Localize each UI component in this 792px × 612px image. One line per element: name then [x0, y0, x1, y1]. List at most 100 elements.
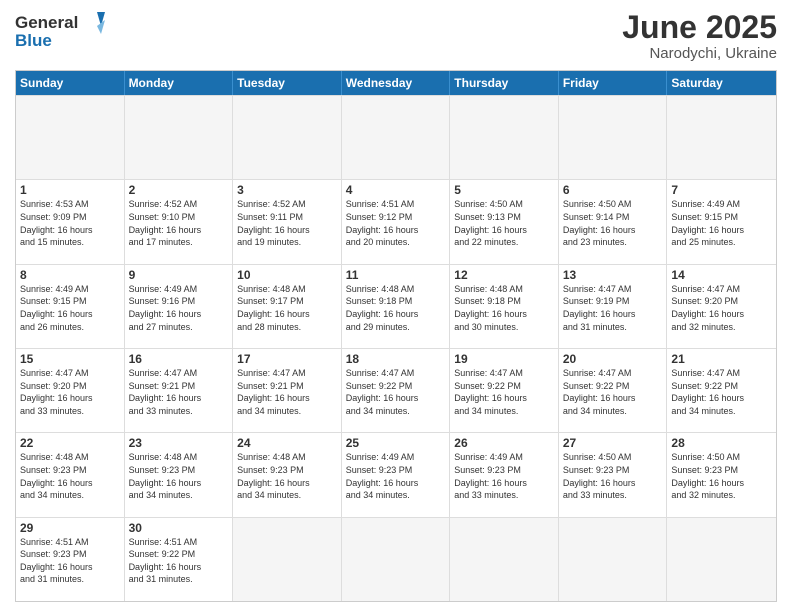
day-number: 3: [237, 183, 337, 197]
header: General Blue June 2025 Narodychi, Ukrain…: [15, 10, 777, 62]
day-number: 16: [129, 352, 229, 366]
title-block: June 2025 Narodychi, Ukraine: [622, 10, 777, 62]
day-number: 4: [346, 183, 446, 197]
col-sunday: Sunday: [16, 71, 125, 95]
logo-svg: General Blue: [15, 10, 105, 52]
calendar-week-5: 22Sunrise: 4:48 AM Sunset: 9:23 PM Dayli…: [16, 432, 776, 516]
cell-info: Sunrise: 4:48 AM Sunset: 9:17 PM Dayligh…: [237, 283, 337, 333]
day-number: 7: [671, 183, 772, 197]
cell-info: Sunrise: 4:48 AM Sunset: 9:18 PM Dayligh…: [454, 283, 554, 333]
day-number: 29: [20, 521, 120, 535]
calendar-subtitle: Narodychi, Ukraine: [622, 45, 777, 62]
cell-info: Sunrise: 4:50 AM Sunset: 9:14 PM Dayligh…: [563, 198, 663, 248]
calendar-header-row: Sunday Monday Tuesday Wednesday Thursday…: [16, 71, 776, 95]
calendar-cell: 20Sunrise: 4:47 AM Sunset: 9:22 PM Dayli…: [559, 349, 668, 432]
calendar-title: June 2025: [622, 10, 777, 45]
calendar-cell: [559, 96, 668, 179]
day-number: 14: [671, 268, 772, 282]
svg-text:General: General: [15, 13, 78, 32]
calendar-cell: 4Sunrise: 4:51 AM Sunset: 9:12 PM Daylig…: [342, 180, 451, 263]
calendar-cell: 17Sunrise: 4:47 AM Sunset: 9:21 PM Dayli…: [233, 349, 342, 432]
cell-info: Sunrise: 4:47 AM Sunset: 9:20 PM Dayligh…: [671, 283, 772, 333]
calendar-cell: [450, 518, 559, 601]
calendar-body: 1Sunrise: 4:53 AM Sunset: 9:09 PM Daylig…: [16, 95, 776, 601]
calendar-cell: 6Sunrise: 4:50 AM Sunset: 9:14 PM Daylig…: [559, 180, 668, 263]
calendar-week-6: 29Sunrise: 4:51 AM Sunset: 9:23 PM Dayli…: [16, 517, 776, 601]
calendar-cell: [342, 518, 451, 601]
calendar-cell: 21Sunrise: 4:47 AM Sunset: 9:22 PM Dayli…: [667, 349, 776, 432]
day-number: 5: [454, 183, 554, 197]
calendar-cell: 19Sunrise: 4:47 AM Sunset: 9:22 PM Dayli…: [450, 349, 559, 432]
col-thursday: Thursday: [450, 71, 559, 95]
cell-info: Sunrise: 4:49 AM Sunset: 9:23 PM Dayligh…: [454, 451, 554, 501]
calendar-cell: [342, 96, 451, 179]
calendar-cell: 22Sunrise: 4:48 AM Sunset: 9:23 PM Dayli…: [16, 433, 125, 516]
day-number: 9: [129, 268, 229, 282]
calendar-week-2: 1Sunrise: 4:53 AM Sunset: 9:09 PM Daylig…: [16, 179, 776, 263]
day-number: 20: [563, 352, 663, 366]
cell-info: Sunrise: 4:49 AM Sunset: 9:15 PM Dayligh…: [20, 283, 120, 333]
calendar-cell: [667, 518, 776, 601]
calendar-week-1: [16, 95, 776, 179]
cell-info: Sunrise: 4:48 AM Sunset: 9:18 PM Dayligh…: [346, 283, 446, 333]
calendar-week-4: 15Sunrise: 4:47 AM Sunset: 9:20 PM Dayli…: [16, 348, 776, 432]
day-number: 8: [20, 268, 120, 282]
day-number: 11: [346, 268, 446, 282]
cell-info: Sunrise: 4:49 AM Sunset: 9:15 PM Dayligh…: [671, 198, 772, 248]
cell-info: Sunrise: 4:49 AM Sunset: 9:16 PM Dayligh…: [129, 283, 229, 333]
day-number: 26: [454, 436, 554, 450]
calendar-cell: [559, 518, 668, 601]
calendar-cell: 16Sunrise: 4:47 AM Sunset: 9:21 PM Dayli…: [125, 349, 234, 432]
calendar: Sunday Monday Tuesday Wednesday Thursday…: [15, 70, 777, 602]
calendar-cell: 10Sunrise: 4:48 AM Sunset: 9:17 PM Dayli…: [233, 265, 342, 348]
calendar-cell: 28Sunrise: 4:50 AM Sunset: 9:23 PM Dayli…: [667, 433, 776, 516]
calendar-cell: 9Sunrise: 4:49 AM Sunset: 9:16 PM Daylig…: [125, 265, 234, 348]
day-number: 22: [20, 436, 120, 450]
col-monday: Monday: [125, 71, 234, 95]
cell-info: Sunrise: 4:47 AM Sunset: 9:21 PM Dayligh…: [129, 367, 229, 417]
day-number: 19: [454, 352, 554, 366]
day-number: 30: [129, 521, 229, 535]
calendar-cell: 11Sunrise: 4:48 AM Sunset: 9:18 PM Dayli…: [342, 265, 451, 348]
cell-info: Sunrise: 4:47 AM Sunset: 9:22 PM Dayligh…: [454, 367, 554, 417]
cell-info: Sunrise: 4:52 AM Sunset: 9:10 PM Dayligh…: [129, 198, 229, 248]
cell-info: Sunrise: 4:51 AM Sunset: 9:23 PM Dayligh…: [20, 536, 120, 586]
calendar-cell: 15Sunrise: 4:47 AM Sunset: 9:20 PM Dayli…: [16, 349, 125, 432]
calendar-cell: [233, 96, 342, 179]
day-number: 24: [237, 436, 337, 450]
day-number: 6: [563, 183, 663, 197]
day-number: 17: [237, 352, 337, 366]
calendar-cell: 13Sunrise: 4:47 AM Sunset: 9:19 PM Dayli…: [559, 265, 668, 348]
cell-info: Sunrise: 4:48 AM Sunset: 9:23 PM Dayligh…: [129, 451, 229, 501]
calendar-cell: [125, 96, 234, 179]
cell-info: Sunrise: 4:51 AM Sunset: 9:22 PM Dayligh…: [129, 536, 229, 586]
calendar-cell: 24Sunrise: 4:48 AM Sunset: 9:23 PM Dayli…: [233, 433, 342, 516]
page: General Blue June 2025 Narodychi, Ukrain…: [0, 0, 792, 612]
svg-text:Blue: Blue: [15, 31, 52, 50]
calendar-cell: 2Sunrise: 4:52 AM Sunset: 9:10 PM Daylig…: [125, 180, 234, 263]
day-number: 28: [671, 436, 772, 450]
col-saturday: Saturday: [667, 71, 776, 95]
calendar-cell: [233, 518, 342, 601]
cell-info: Sunrise: 4:50 AM Sunset: 9:23 PM Dayligh…: [563, 451, 663, 501]
cell-info: Sunrise: 4:48 AM Sunset: 9:23 PM Dayligh…: [20, 451, 120, 501]
day-number: 27: [563, 436, 663, 450]
calendar-cell: [667, 96, 776, 179]
cell-info: Sunrise: 4:47 AM Sunset: 9:21 PM Dayligh…: [237, 367, 337, 417]
col-wednesday: Wednesday: [342, 71, 451, 95]
day-number: 23: [129, 436, 229, 450]
cell-info: Sunrise: 4:48 AM Sunset: 9:23 PM Dayligh…: [237, 451, 337, 501]
cell-info: Sunrise: 4:47 AM Sunset: 9:22 PM Dayligh…: [346, 367, 446, 417]
calendar-cell: [450, 96, 559, 179]
cell-info: Sunrise: 4:53 AM Sunset: 9:09 PM Dayligh…: [20, 198, 120, 248]
cell-info: Sunrise: 4:47 AM Sunset: 9:20 PM Dayligh…: [20, 367, 120, 417]
cell-info: Sunrise: 4:47 AM Sunset: 9:22 PM Dayligh…: [563, 367, 663, 417]
day-number: 12: [454, 268, 554, 282]
day-number: 13: [563, 268, 663, 282]
calendar-cell: 1Sunrise: 4:53 AM Sunset: 9:09 PM Daylig…: [16, 180, 125, 263]
calendar-cell: 27Sunrise: 4:50 AM Sunset: 9:23 PM Dayli…: [559, 433, 668, 516]
calendar-cell: 14Sunrise: 4:47 AM Sunset: 9:20 PM Dayli…: [667, 265, 776, 348]
cell-info: Sunrise: 4:49 AM Sunset: 9:23 PM Dayligh…: [346, 451, 446, 501]
calendar-cell: 7Sunrise: 4:49 AM Sunset: 9:15 PM Daylig…: [667, 180, 776, 263]
cell-info: Sunrise: 4:52 AM Sunset: 9:11 PM Dayligh…: [237, 198, 337, 248]
